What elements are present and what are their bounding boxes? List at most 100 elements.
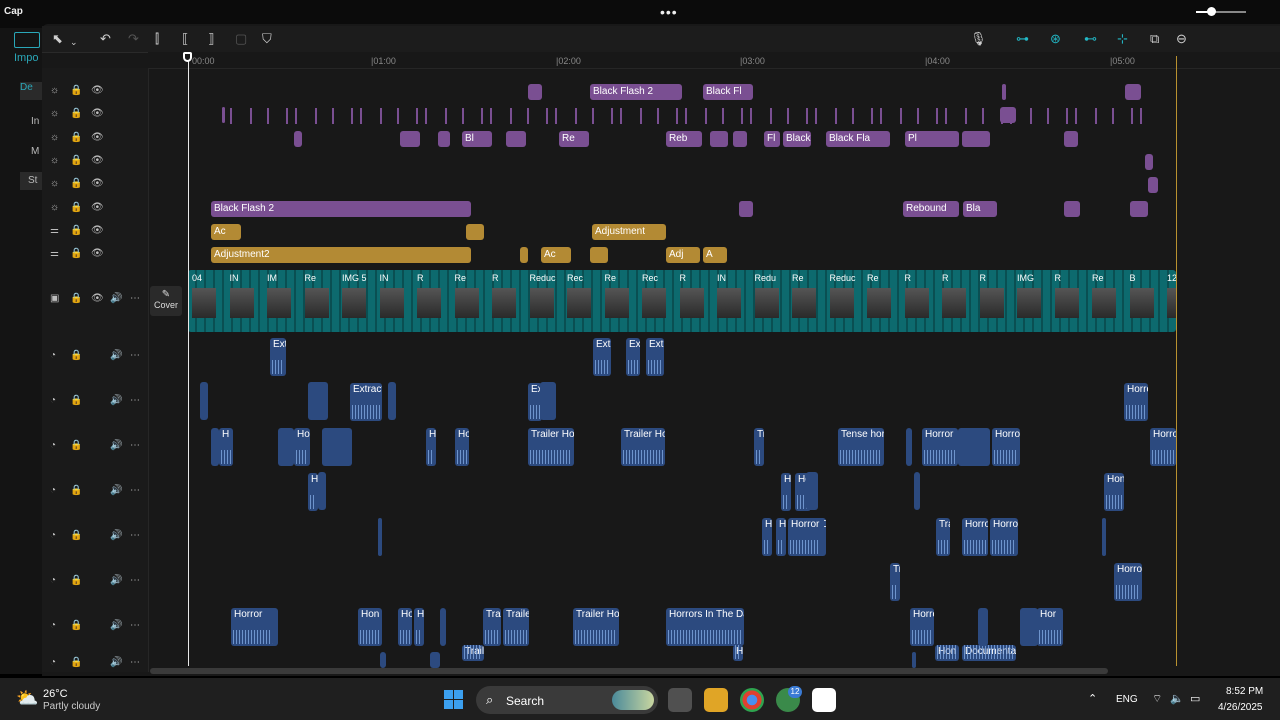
marker-icon[interactable]: ⛉	[262, 31, 272, 47]
adjustment-clip[interactable]	[466, 224, 484, 240]
speaker-icon[interactable]: 🔊	[110, 440, 122, 451]
eye-icon[interactable]: 👁	[91, 178, 104, 189]
effect-clip[interactable]	[1064, 201, 1080, 217]
audio-clip[interactable]	[380, 652, 386, 668]
effect-clip[interactable]	[1145, 154, 1153, 170]
effect-marker[interactable]	[835, 108, 837, 124]
more-icon[interactable]: ⋯	[130, 293, 140, 304]
effect-marker[interactable]	[945, 108, 947, 124]
lock-icon[interactable]: 🔒	[70, 132, 82, 143]
effect-marker[interactable]	[416, 108, 418, 124]
speaker-icon[interactable]: 🔊	[110, 293, 122, 304]
audio-clip[interactable]: Ho	[733, 645, 743, 661]
effect-clip[interactable]: Reb	[666, 131, 702, 147]
more-icon[interactable]: ⋯	[130, 350, 140, 361]
audio-clip[interactable]: Ho	[398, 608, 412, 646]
effect-marker[interactable]	[360, 108, 362, 124]
audio-clip[interactable]: Horro	[1114, 563, 1142, 601]
effect-marker[interactable]	[880, 108, 882, 124]
effect-clip[interactable]	[1125, 84, 1141, 100]
effect-marker[interactable]	[1066, 108, 1068, 124]
audio-clip[interactable]: Horro	[1124, 383, 1148, 421]
effect-marker[interactable]	[787, 108, 789, 124]
windows-start-icon[interactable]	[444, 690, 464, 710]
speaker-icon[interactable]: 🔊	[110, 657, 122, 668]
lock-icon[interactable]: 🔒	[70, 657, 82, 668]
lock-icon[interactable]: 🔒	[70, 248, 82, 259]
effect-clip[interactable]	[222, 107, 225, 123]
effect-marker[interactable]	[806, 108, 808, 124]
effect-marker[interactable]	[657, 108, 659, 124]
effect-marker[interactable]	[230, 108, 232, 124]
effect-clip[interactable]	[294, 131, 302, 147]
effect-marker[interactable]	[546, 108, 548, 124]
m-tab[interactable]: M	[31, 146, 39, 157]
effect-marker[interactable]	[267, 108, 269, 124]
effect-marker[interactable]	[815, 108, 817, 124]
eye-icon[interactable]: 👁	[91, 293, 104, 304]
effect-marker[interactable]	[250, 108, 252, 124]
effect-marker[interactable]	[1075, 108, 1077, 124]
effect-clip[interactable]: Fl	[764, 131, 780, 147]
microphone-icon[interactable]: 🎙	[970, 31, 987, 47]
effect-clip[interactable]: Bl	[462, 131, 492, 147]
effect-marker[interactable]	[332, 108, 334, 124]
default-tab[interactable]: De	[20, 82, 42, 100]
audio-clip[interactable]: H	[308, 473, 318, 511]
eye-icon[interactable]: 👁	[91, 155, 104, 166]
clock-time[interactable]: 8:52 PM	[1226, 686, 1263, 697]
magnet-icon[interactable]: ⊛	[1050, 31, 1061, 47]
adjustment-clip[interactable]: A	[703, 247, 727, 263]
audio-clip[interactable]: Ex	[626, 338, 640, 376]
select-icon[interactable]: ⬉	[52, 31, 63, 47]
split-right-icon[interactable]: ⟧	[208, 31, 214, 47]
lock-icon[interactable]: 🔒	[70, 202, 82, 213]
preview-axis-icon[interactable]: ⊷	[1084, 31, 1097, 47]
audio-clip[interactable]: Trailer Ho	[573, 608, 619, 646]
eye-icon[interactable]: 👁	[91, 202, 104, 213]
audio-clip[interactable]	[958, 428, 990, 466]
adjustment-clip[interactable]	[520, 247, 528, 263]
audio-clip[interactable]: Extr	[646, 338, 664, 376]
effect-marker[interactable]	[445, 108, 447, 124]
effect-marker[interactable]	[286, 108, 288, 124]
effect-clip[interactable]	[1130, 201, 1148, 217]
more-options-button[interactable]: •••	[660, 4, 678, 20]
speaker-icon[interactable]: 🔊	[110, 620, 122, 631]
effect-marker[interactable]	[510, 108, 512, 124]
language-indicator[interactable]: ENG	[1116, 694, 1138, 705]
more-icon[interactable]: ⋯	[130, 485, 140, 496]
effect-marker[interactable]	[770, 108, 772, 124]
effect-clip[interactable]: Bla	[963, 201, 997, 217]
audio-clip[interactable]	[322, 428, 352, 466]
effect-marker[interactable]	[1131, 108, 1133, 124]
audio-clip[interactable]	[1020, 608, 1038, 646]
effect-marker[interactable]	[705, 108, 707, 124]
effect-marker[interactable]	[676, 108, 678, 124]
audio-clip[interactable]: Ho	[294, 428, 310, 466]
capcut-icon[interactable]	[812, 688, 836, 712]
adjustment-clip[interactable]: Ac	[541, 247, 571, 263]
timeline-tracks[interactable]: Black Flash 2 Black Fl Bl Re Reb Fl Black Flas…	[148, 68, 1280, 668]
task-view-icon[interactable]	[668, 688, 692, 712]
battery-icon[interactable]: ▭	[1190, 692, 1200, 705]
effect-marker[interactable]	[397, 108, 399, 124]
audio-clip[interactable]	[378, 518, 382, 556]
effect-marker[interactable]	[462, 108, 464, 124]
effect-marker[interactable]	[1010, 108, 1012, 124]
delete-icon[interactable]: ▢	[235, 31, 247, 47]
st-tab[interactable]: St	[20, 172, 42, 190]
effect-marker[interactable]	[380, 108, 382, 124]
audio-clip[interactable]: Hon	[358, 608, 382, 646]
effect-clip[interactable]: Black Flash	[783, 131, 811, 147]
effect-marker[interactable]	[741, 108, 743, 124]
effect-clip[interactable]: Black Fl	[703, 84, 753, 100]
audio-clip[interactable]	[978, 608, 988, 646]
eye-icon[interactable]: 👁	[91, 225, 104, 236]
audio-clip[interactable]: H	[219, 428, 233, 466]
effect-marker[interactable]	[1001, 108, 1003, 124]
more-icon[interactable]: ⋯	[130, 620, 140, 631]
audio-clip[interactable]	[278, 428, 294, 466]
audio-clip[interactable]	[211, 428, 219, 466]
adjustment-clip[interactable]: Adj	[666, 247, 700, 263]
